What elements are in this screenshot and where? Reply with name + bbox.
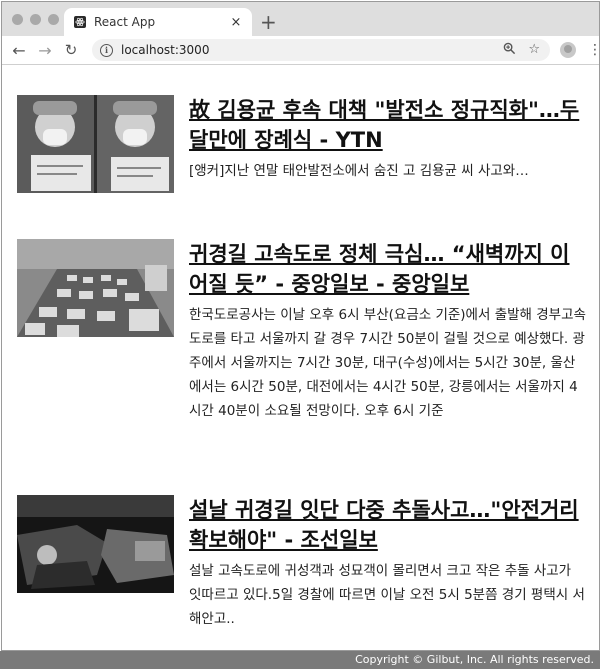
new-tab-button[interactable]: + (260, 10, 277, 34)
bookmark-star-icon[interactable]: ☆ (528, 42, 540, 59)
news-description: 설날 고속도로에 귀성객과 성묘객이 몰리면서 크고 작은 추돌 사고가 잇따르… (189, 563, 585, 627)
reload-icon[interactable]: ↻ (60, 41, 82, 59)
copyright-footer: Copyright © Gilbut, Inc. All rights rese… (0, 651, 600, 669)
browser-menu-icon[interactable]: ⋮ (588, 42, 599, 58)
highway-traffic-photo-thumbnail[interactable] (17, 239, 174, 337)
forward-arrow-icon[interactable]: → (34, 41, 56, 60)
site-info-icon[interactable]: i (100, 43, 113, 57)
news-description: [앵커]지난 연말 태안발전소에서 숨진 고 김용균 씨 사고와… (189, 163, 529, 179)
tab-react-app[interactable]: React App × (64, 8, 252, 36)
news-headline-link[interactable]: 설날 귀경길 잇단 다중 추돌사고…"안전거리 확보해야" - 조선일보 (189, 495, 587, 555)
close-window-icon[interactable] (12, 14, 23, 25)
profile-avatar[interactable] (560, 42, 576, 58)
news-description: 한국도로공사는 이날 오후 6시 부산(요금소 기준)에서 출발해 경부고속도로… (189, 307, 586, 419)
news-headline-link[interactable]: 故 김용균 후속 대책 "발전소 정규직화"…두 달만에 장례식 - YTN (189, 95, 587, 155)
minimize-window-icon[interactable] (30, 14, 41, 25)
news-item: 귀경길 고속도로 정체 극심… “새벽까지 이어질 듯” - 중앙일보 - 중앙… (17, 239, 587, 423)
copyright-text: Copyright © Gilbut, Inc. All rights rese… (355, 653, 594, 666)
browser-toolbar: ← → ↻ i localhost:3000 ☆ ⋮ (2, 36, 599, 65)
car-crash-photo-thumbnail[interactable] (17, 495, 174, 593)
window-controls (12, 14, 59, 25)
maximize-window-icon[interactable] (48, 14, 59, 25)
back-arrow-icon[interactable]: ← (8, 41, 30, 60)
url-text[interactable]: localhost:3000 (121, 43, 209, 57)
protest-photo-thumbnail[interactable] (17, 95, 174, 193)
tab-title: React App (94, 15, 156, 29)
address-bar[interactable]: i localhost:3000 ☆ (92, 39, 550, 61)
zoom-icon[interactable] (503, 42, 516, 59)
news-item: 설날 귀경길 잇단 다중 추돌사고…"안전거리 확보해야" - 조선일보 설날 … (17, 495, 587, 631)
news-item: 故 김용균 후속 대책 "발전소 정규직화"…두 달만에 장례식 - YTN [… (17, 95, 587, 193)
react-favicon-icon (74, 16, 86, 28)
browser-window: React App × + ← → ↻ i localhost:3000 ☆ ⋮ (1, 1, 600, 651)
tab-strip: React App × + (2, 2, 599, 36)
tab-close-icon[interactable]: × (228, 15, 244, 30)
news-headline-link[interactable]: 귀경길 고속도로 정체 극심… “새벽까지 이어질 듯” - 중앙일보 - 중앙… (189, 239, 587, 299)
